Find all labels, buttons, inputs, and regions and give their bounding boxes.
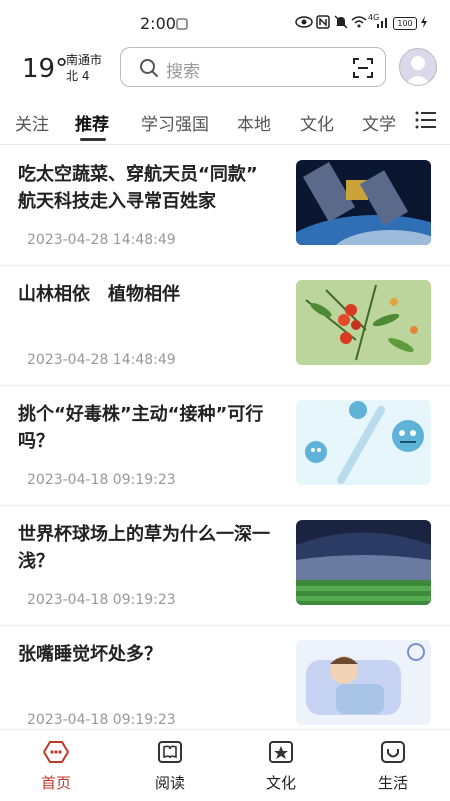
charging-icon: [420, 15, 428, 32]
scan-icon[interactable]: [352, 57, 374, 83]
nav-reading-label: 阅读: [154, 774, 185, 792]
news-thumbnail-stadium: [296, 520, 431, 605]
nav-culture-label: 文化: [265, 774, 296, 792]
tab-xuexi[interactable]: 学习强国: [141, 110, 209, 135]
eye-icon: [295, 15, 313, 32]
book-icon: [157, 741, 183, 768]
tab-local[interactable]: 本地: [237, 110, 271, 135]
tab-literature[interactable]: 文学: [362, 110, 396, 135]
nav-life-label: 生活: [377, 774, 408, 792]
news-date: 2023-04-28 14:48:49: [27, 232, 176, 248]
city-name: 南通市: [66, 53, 103, 67]
location-block[interactable]: 南通市 北 4: [66, 52, 102, 84]
nfc-icon: [316, 15, 330, 32]
mute-icon: [334, 15, 348, 32]
news-item[interactable]: 张嘴睡觉坏处多？ 2023-04-18 09:19:23: [0, 625, 450, 729]
news-date: 2023-04-18 09:19:23: [27, 592, 176, 608]
tab-follow[interactable]: 关注: [15, 110, 49, 135]
battery-icon: 100: [393, 17, 417, 30]
life-icon: [380, 741, 406, 768]
menu-icon[interactable]: [415, 110, 437, 130]
avatar[interactable]: [399, 48, 437, 86]
tab-recommend[interactable]: 推荐: [75, 110, 109, 135]
news-item[interactable]: 挑个“好毒株”主动“接种”可行吗？ 2023-04-18 09:19:23: [0, 385, 450, 506]
channel-tabs: 关注 推荐 学习强国 本地 文化 文学: [0, 96, 450, 145]
news-feed: 吃太空蔬菜、穿航天员“同款” 航天科技走入寻常百姓家 2023-04-28 14…: [0, 145, 450, 729]
news-thumbnail-sleeping: [296, 640, 431, 725]
bottom-nav: 首页 阅读 文化 生活: [0, 729, 450, 801]
active-tab-indicator: [80, 138, 106, 141]
status-time: 2:00: [140, 14, 176, 33]
notification-icon: [176, 18, 188, 33]
nav-home[interactable]: 首页: [26, 740, 86, 793]
search-icon: [139, 58, 159, 82]
news-thumbnail-virus: [296, 400, 431, 485]
news-thumbnail-berries: [296, 280, 431, 365]
nav-home-label: 首页: [40, 774, 71, 792]
search-input[interactable]: 搜索: [166, 57, 200, 82]
news-title: 山林相依 植物相伴: [18, 284, 180, 305]
news-title: 世界杯球场上的草为什么一深一浅？: [18, 524, 270, 572]
wifi-icon: [351, 15, 367, 32]
nav-reading[interactable]: 阅读: [140, 740, 200, 793]
tab-culture[interactable]: 文化: [300, 110, 334, 135]
home-icon: [42, 741, 70, 768]
news-item[interactable]: 吃太空蔬菜、穿航天员“同款” 航天科技走入寻常百姓家 2023-04-28 14…: [0, 145, 450, 266]
header: 19° 南通市 北 4 搜索: [0, 46, 450, 96]
news-item[interactable]: 世界杯球场上的草为什么一深一浅？ 2023-04-18 09:19:23: [0, 505, 450, 626]
news-date: 2023-04-18 09:19:23: [27, 472, 176, 488]
nav-culture[interactable]: 文化: [251, 740, 311, 793]
status-bar: 2:00 4G 100: [0, 0, 450, 46]
news-date: 2023-04-28 14:48:49: [27, 352, 176, 368]
news-thumbnail-satellite: [296, 160, 431, 245]
nav-life[interactable]: 生活: [363, 740, 423, 793]
culture-icon: [268, 741, 294, 768]
wind-info: 北 4: [66, 69, 90, 83]
temperature: 19°: [22, 54, 69, 84]
news-date: 2023-04-18 09:19:23: [27, 712, 176, 728]
signal-icon: [376, 15, 390, 32]
news-title: 张嘴睡觉坏处多？: [18, 644, 162, 665]
news-item[interactable]: 山林相依 植物相伴 2023-04-28 14:48:49: [0, 265, 450, 386]
news-title: 挑个“好毒株”主动“接种”可行吗？: [18, 404, 264, 452]
search-box[interactable]: 搜索: [120, 47, 386, 87]
news-title: 吃太空蔬菜、穿航天员“同款” 航天科技走入寻常百姓家: [18, 164, 258, 212]
